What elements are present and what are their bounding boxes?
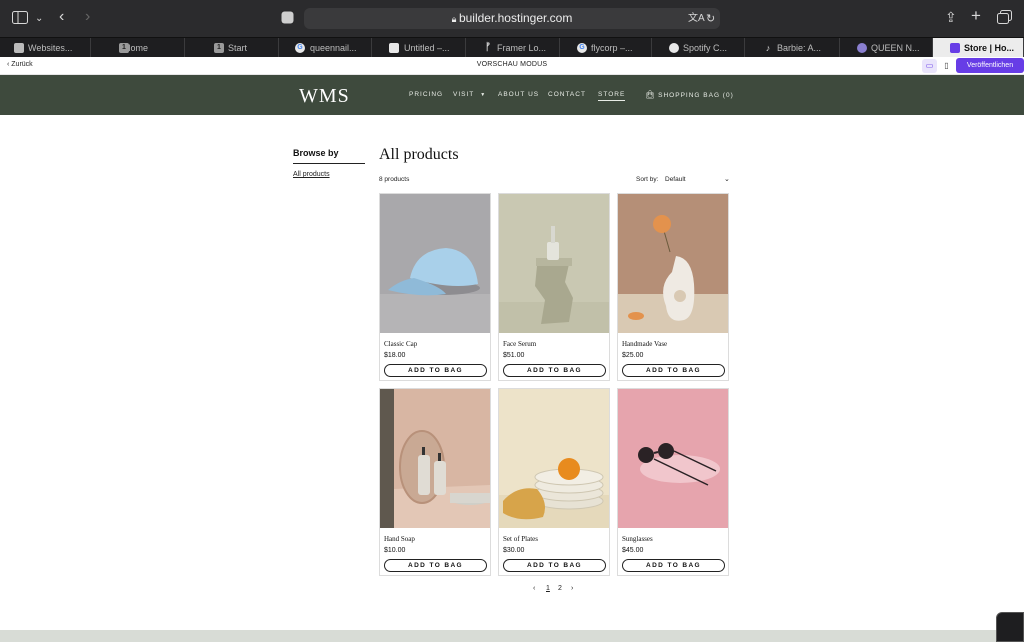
tab-bar: Websites... 1 Home 1 Start Gqueennail... U… bbox=[0, 37, 1024, 58]
tab-home[interactable]: 1 Home bbox=[91, 38, 185, 58]
share-icon[interactable]: ⇪ bbox=[945, 10, 957, 24]
product-card[interactable]: Sunglasses $45.00 ADD TO BAG bbox=[617, 388, 729, 576]
tab-start[interactable]: 1 Start bbox=[185, 38, 279, 58]
reload-icon[interactable]: ↻ bbox=[706, 12, 715, 26]
number-1-icon: 1 bbox=[119, 43, 129, 53]
hostinger-icon bbox=[14, 43, 24, 53]
mobile-view-button[interactable]: ▯ bbox=[939, 59, 954, 73]
tab-overview-icon[interactable] bbox=[997, 10, 1012, 26]
product-card[interactable]: Set of Plates $30.00 ADD TO BAG bbox=[498, 388, 610, 576]
tab-untitled[interactable]: Untitled –... bbox=[372, 38, 466, 58]
tiktok-icon: ♪ bbox=[765, 43, 771, 53]
product-name[interactable]: Handmade Vase bbox=[622, 340, 667, 348]
browse-by-heading: Browse by bbox=[293, 148, 339, 158]
product-name[interactable]: Classic Cap bbox=[384, 340, 417, 348]
translate-icon[interactable]: 文A bbox=[688, 12, 705, 26]
preview-bar: ‹ Zurück VORSCHAU MODUS ▭ ▯ Veröffentlic… bbox=[0, 57, 1024, 75]
product-price: $25.00 bbox=[622, 352, 644, 359]
tab-spotify[interactable]: Spotify C... bbox=[652, 38, 745, 58]
product-image[interactable] bbox=[380, 194, 490, 333]
nav-store[interactable]: STORE bbox=[598, 91, 626, 101]
tab-flycorp[interactable]: Gflycorp –... bbox=[560, 38, 652, 58]
address-bar[interactable]: 🔒︎ builder.hostinger.com bbox=[304, 8, 720, 29]
tab-barbie[interactable]: ♪ Barbie: A... bbox=[745, 38, 840, 58]
pagination-page-1[interactable]: 1 bbox=[546, 585, 550, 592]
desktop-view-button[interactable]: ▭ bbox=[922, 59, 937, 73]
footer bbox=[0, 630, 1024, 642]
url-text: builder.hostinger.com bbox=[458, 11, 573, 25]
tab-framer[interactable]: ᚠ Framer Lo... bbox=[466, 38, 560, 58]
caret-down-icon: ▼ bbox=[480, 92, 487, 98]
app-icon bbox=[857, 43, 867, 53]
preview-mode-label: VORSCHAU MODUS bbox=[476, 61, 548, 68]
page-title: All products bbox=[379, 146, 459, 163]
site-logo[interactable]: WMS bbox=[299, 85, 350, 108]
product-image[interactable] bbox=[618, 194, 728, 333]
nav-visit[interactable]: VISIT ▼ bbox=[453, 91, 486, 98]
app-icon bbox=[389, 43, 399, 53]
add-to-bag-button[interactable]: ADD TO BAG bbox=[384, 364, 487, 377]
all-products-link[interactable]: All products bbox=[293, 171, 330, 178]
google-icon: G bbox=[295, 43, 305, 53]
tab-queennail[interactable]: Gqueennail... bbox=[279, 38, 372, 58]
publish-button[interactable]: Veröffentlichen bbox=[956, 58, 1024, 73]
product-card[interactable]: Face Serum $51.00 ADD TO BAG bbox=[498, 193, 610, 381]
product-card[interactable]: Handmade Vase $25.00 ADD TO BAG bbox=[617, 193, 729, 381]
lock-icon: 🔒︎ bbox=[451, 14, 459, 24]
tab-queen[interactable]: QUEEN N... bbox=[840, 38, 933, 58]
nav-shopping-bag[interactable]: 👜︎ SHOPPING BAG (0) bbox=[645, 90, 734, 99]
new-tab-icon[interactable]: + bbox=[971, 7, 981, 24]
back-icon[interactable]: ‹ bbox=[59, 9, 64, 25]
product-card[interactable]: Hand Soap $10.00 ADD TO BAG bbox=[379, 388, 491, 576]
number-1-icon: 1 bbox=[214, 43, 224, 53]
product-count: 8 products bbox=[379, 176, 410, 183]
overlay-window-edge bbox=[996, 612, 1024, 642]
add-to-bag-button[interactable]: ADD TO BAG bbox=[384, 559, 487, 572]
tab-websites[interactable]: Websites... bbox=[0, 38, 91, 58]
chevron-down-icon[interactable]: ⌄ bbox=[35, 12, 43, 26]
tab-store[interactable]: Store | Ho... bbox=[933, 38, 1024, 58]
site-header: WMS PRICING VISIT ▼ ABOUT US CONTACT STOR… bbox=[0, 75, 1024, 115]
hostinger-icon bbox=[950, 43, 960, 53]
google-icon: G bbox=[577, 43, 587, 53]
product-card[interactable]: Classic Cap $18.00 ADD TO BAG bbox=[379, 193, 491, 381]
sort-select[interactable]: Default bbox=[665, 176, 686, 183]
bag-icon: 👜︎ bbox=[645, 90, 657, 99]
site-settings-icon[interactable] bbox=[281, 11, 294, 26]
product-price: $10.00 bbox=[384, 547, 406, 554]
spotify-icon bbox=[669, 43, 679, 53]
add-to-bag-button[interactable]: ADD TO BAG bbox=[503, 559, 606, 572]
nav-about[interactable]: ABOUT US bbox=[498, 91, 539, 98]
product-image[interactable] bbox=[499, 389, 609, 528]
product-image[interactable] bbox=[499, 194, 609, 333]
pagination-prev-icon[interactable]: ‹ bbox=[533, 585, 535, 592]
add-to-bag-button[interactable]: ADD TO BAG bbox=[503, 364, 606, 377]
product-name[interactable]: Face Serum bbox=[503, 340, 536, 348]
add-to-bag-button[interactable]: ADD TO BAG bbox=[622, 559, 725, 572]
product-price: $45.00 bbox=[622, 547, 644, 554]
framer-icon: ᚠ bbox=[485, 42, 491, 53]
product-name[interactable]: Set of Plates bbox=[503, 535, 538, 543]
browser-toolbar: ⌄ ‹ › 🔒︎ builder.hostinger.com 文A ↻ ⇪ + bbox=[0, 0, 1024, 37]
nav-pricing[interactable]: PRICING bbox=[409, 91, 443, 98]
product-price: $30.00 bbox=[503, 547, 525, 554]
pagination-page-2[interactable]: 2 bbox=[558, 585, 562, 592]
pagination-next-icon[interactable]: › bbox=[571, 585, 573, 592]
add-to-bag-button[interactable]: ADD TO BAG bbox=[622, 364, 725, 377]
product-price: $51.00 bbox=[503, 352, 525, 359]
divider bbox=[293, 163, 365, 164]
product-price: $18.00 bbox=[384, 352, 406, 359]
product-name[interactable]: Hand Soap bbox=[384, 535, 415, 543]
sort-label: Sort by: bbox=[636, 176, 659, 183]
forward-icon[interactable]: › bbox=[85, 9, 90, 25]
product-name[interactable]: Sunglasses bbox=[622, 535, 653, 543]
chevron-down-icon[interactable]: ⌄ bbox=[724, 175, 730, 183]
product-image[interactable] bbox=[380, 389, 490, 528]
nav-contact[interactable]: CONTACT bbox=[548, 91, 586, 98]
sidebar-toggle-icon[interactable] bbox=[12, 11, 28, 26]
product-image[interactable] bbox=[618, 389, 728, 528]
